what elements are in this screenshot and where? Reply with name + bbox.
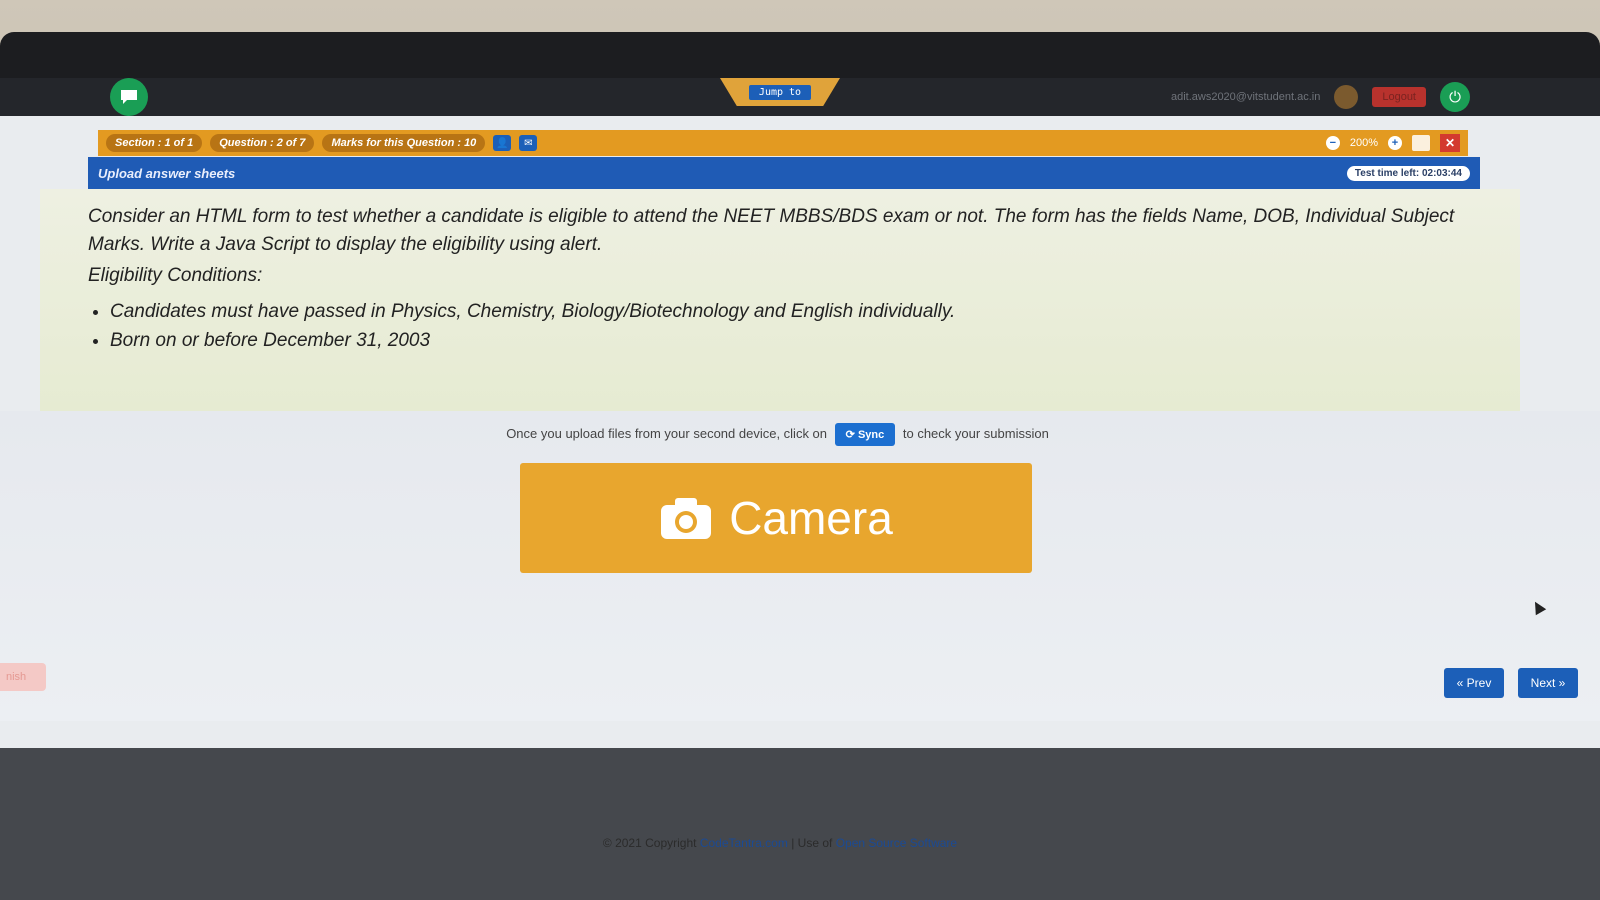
conditions-list: Candidates must have passed in Physics, … [88,297,1470,355]
conditions-heading: Eligibility Conditions: [88,265,263,286]
marks-indicator: Marks for this Question : 10 [322,134,486,152]
zoom-level: 200% [1349,137,1378,149]
prev-button[interactable]: « Prev [1444,668,1504,698]
codetantra-link[interactable]: CodeTantra.com [700,836,788,850]
phone-icon[interactable] [1334,85,1359,109]
sync-suffix-text: to check your submission [902,425,1049,441]
calculator-icon[interactable] [1412,135,1430,151]
camera-label: Camera [729,492,893,544]
mouse-cursor-icon [1529,598,1547,616]
user-email: adit.aws2020@vitstudent.ac.in [1170,91,1321,103]
copyright-line: © 2021 Copyright CodeTantra.com | Use of… [0,836,1560,850]
zoom-in-button[interactable]: + [1388,136,1402,150]
screen: Jump to adit.aws2020@vitstudent.ac.in Lo… [0,78,1600,900]
jump-to-label: Jump to [748,84,812,100]
separator-text: | Use of [791,836,833,850]
list-item: Candidates must have passed in Physics, … [110,297,1470,326]
zoom-out-button[interactable]: − [1325,136,1340,150]
finish-button[interactable]: nish [0,663,46,691]
camera-icon [661,498,712,539]
jump-to-button[interactable]: Jump to [720,78,840,106]
page-header: Upload answer sheets Test time left: 02:… [88,157,1480,189]
upload-panel: Once you upload files from your second d… [0,411,1600,721]
section-bar: Section : 1 of 1 Question : 2 of 7 Marks… [98,130,1468,156]
camera-button[interactable]: Camera [520,463,1032,573]
question-panel: Consider an HTML form to test whether a … [40,189,1520,411]
finish-label: nish [6,671,27,683]
section-indicator: Section : 1 of 1 [106,134,203,152]
comment-icon[interactable]: ✉ [519,135,538,151]
logout-button[interactable]: Logout [1372,87,1426,107]
question-indicator: Question : 2 of 7 [210,134,315,152]
question-text: Consider an HTML form to test whether a … [88,206,1455,255]
test-timer: Test time left: 02:03:44 [1346,165,1470,181]
open-source-link[interactable]: Open Source Software [836,836,957,850]
power-icon[interactable]: ⏻ [1440,82,1470,112]
next-button[interactable]: Next » [1518,668,1578,698]
sync-instructions: Once you upload files from your second d… [0,423,1555,446]
close-icon[interactable]: ✕ [1440,134,1460,152]
chat-icon[interactable] [110,78,148,116]
sync-button[interactable]: ⟳ Sync [834,423,896,446]
footer: © 2021 Copyright CodeTantra.com | Use of… [0,748,1600,900]
list-item: Born on or before December 31, 2003 [110,326,1470,355]
top-navbar: Jump to adit.aws2020@vitstudent.ac.in Lo… [0,78,1600,116]
copyright-text: © 2021 Copyright [602,836,697,850]
sync-prefix-text: Once you upload files from your second d… [506,425,828,441]
sync-button-label: Sync [857,429,885,441]
user-icon[interactable]: 👤 [493,135,512,151]
page-title: Upload answer sheets [98,165,236,181]
